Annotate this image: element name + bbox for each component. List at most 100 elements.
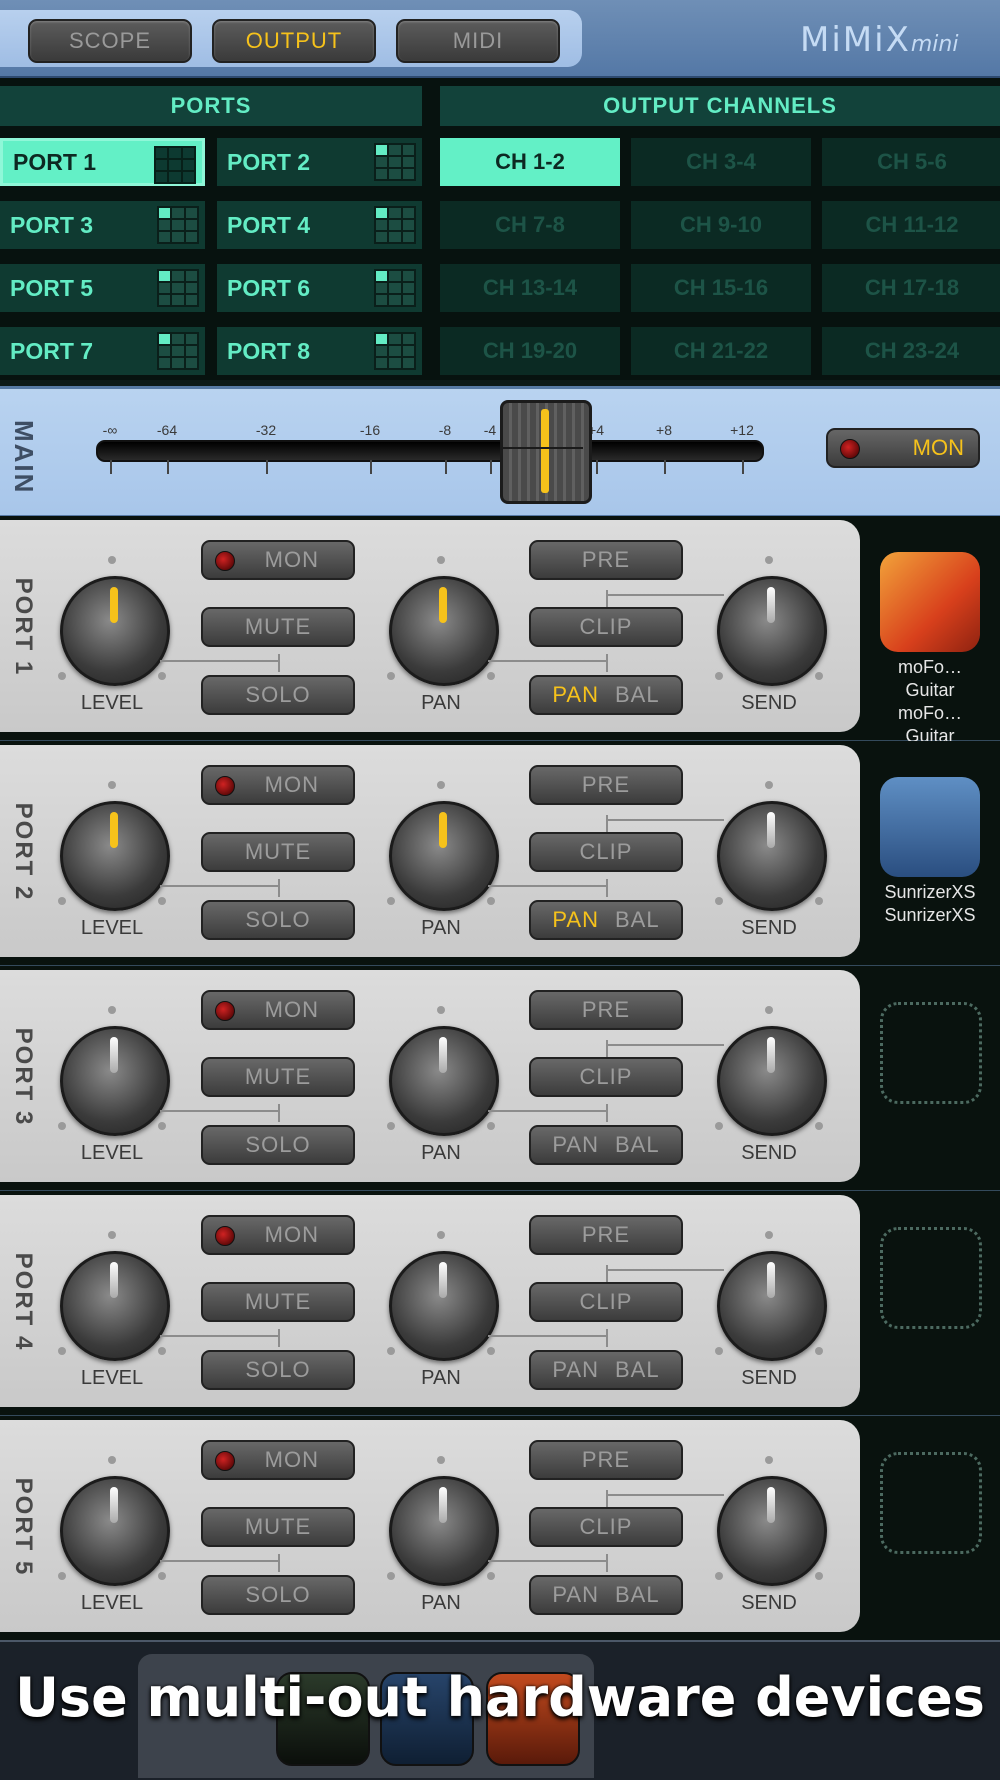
mute-button[interactable]: MUTE	[201, 1282, 355, 1322]
send-knob[interactable]	[717, 1026, 827, 1136]
level-knob[interactable]	[60, 576, 170, 686]
empty-app-slot[interactable]	[880, 1227, 982, 1329]
strip-mon-button[interactable]: MON	[201, 765, 355, 805]
connector-line	[606, 1040, 608, 1058]
main-fader-handle[interactable]	[500, 400, 592, 504]
strip-mon-label: MON	[264, 997, 319, 1022]
channel-button[interactable]: CH 19-20	[440, 327, 620, 375]
pan-knob[interactable]	[389, 801, 499, 911]
clip-button[interactable]: CLIP	[529, 1282, 683, 1322]
solo-button[interactable]: SOLO	[201, 675, 355, 715]
channel-button[interactable]: CH 5-6	[822, 138, 1000, 186]
empty-app-slot[interactable]	[880, 1452, 982, 1554]
knob-dot	[158, 1347, 166, 1355]
level-knob[interactable]	[60, 1251, 170, 1361]
pan-knob[interactable]	[389, 1476, 499, 1586]
port-button[interactable]: PORT 3	[0, 201, 205, 249]
knob-indicator	[439, 1262, 447, 1298]
pan-bal-toggle[interactable]: PAN BAL	[529, 1125, 683, 1165]
knob-dot	[58, 672, 66, 680]
mute-button[interactable]: MUTE	[201, 607, 355, 647]
level-knob-label: LEVEL	[80, 1142, 144, 1164]
channel-button[interactable]: CH 11-12	[822, 201, 1000, 249]
pan-bal-toggle[interactable]: PAN BAL	[529, 675, 683, 715]
pre-button[interactable]: PRE	[529, 765, 683, 805]
level-knob[interactable]	[60, 1026, 170, 1136]
knob-dot	[158, 672, 166, 680]
main-fader-track[interactable]	[96, 440, 764, 462]
port-button[interactable]: PORT 5	[0, 264, 205, 312]
level-knob[interactable]	[60, 801, 170, 911]
port-button[interactable]: PORT 8	[217, 327, 422, 375]
pan-knob[interactable]	[389, 576, 499, 686]
solo-button[interactable]: SOLO	[201, 1125, 355, 1165]
pan-knob[interactable]	[389, 1251, 499, 1361]
strip-mon-label: MON	[264, 1222, 319, 1247]
knob-dot	[158, 1122, 166, 1130]
pre-button[interactable]: PRE	[529, 540, 683, 580]
pan-knob[interactable]	[389, 1026, 499, 1136]
level-knob[interactable]	[60, 1476, 170, 1586]
solo-button[interactable]: SOLO	[201, 1350, 355, 1390]
pan-bal-toggle[interactable]: PAN BAL	[529, 1350, 683, 1390]
port-button[interactable]: PORT 6	[217, 264, 422, 312]
tab-scope[interactable]: SCOPE	[28, 19, 192, 63]
pan-bal-toggle[interactable]: PAN BAL	[529, 900, 683, 940]
mon-led-icon	[215, 1226, 235, 1246]
scale-tick-mark	[266, 460, 268, 474]
port-button[interactable]: PORT 4	[217, 201, 422, 249]
knob-dot	[387, 672, 395, 680]
tab-output[interactable]: OUTPUT	[212, 19, 376, 63]
connector-line	[606, 1265, 608, 1283]
send-knob[interactable]	[717, 801, 827, 911]
send-knob[interactable]	[717, 576, 827, 686]
mute-button[interactable]: MUTE	[201, 1507, 355, 1547]
clip-button[interactable]: CLIP	[529, 1057, 683, 1097]
pan-bal-toggle[interactable]: PAN BAL	[529, 1575, 683, 1615]
connector-line	[606, 1269, 724, 1271]
strip-mon-button[interactable]: MON	[201, 1440, 355, 1480]
scale-tick-mark	[596, 460, 598, 474]
strip-mon-button[interactable]: MON	[201, 540, 355, 580]
strip-mon-button[interactable]: MON	[201, 990, 355, 1030]
channel-button[interactable]: CH 17-18	[822, 264, 1000, 312]
connector-line	[160, 1110, 278, 1112]
main-mon-button[interactable]: MON	[826, 428, 980, 468]
mute-button[interactable]: MUTE	[201, 832, 355, 872]
pre-button[interactable]: PRE	[529, 990, 683, 1030]
knob-indicator	[110, 1262, 118, 1298]
channel-button[interactable]: CH 23-24	[822, 327, 1000, 375]
solo-button[interactable]: SOLO	[201, 1575, 355, 1615]
channel-button[interactable]: CH 21-22	[631, 327, 811, 375]
strip-mon-label: MON	[264, 772, 319, 797]
pre-button[interactable]: PRE	[529, 1440, 683, 1480]
channel-button[interactable]: CH 15-16	[631, 264, 811, 312]
app-slot[interactable]: SunrizerXS SunrizerXS	[880, 777, 980, 927]
channel-button[interactable]: CH 1-2	[440, 138, 620, 186]
mute-button[interactable]: MUTE	[201, 1057, 355, 1097]
knob-dot	[487, 897, 495, 905]
clip-button[interactable]: CLIP	[529, 1507, 683, 1547]
port-button[interactable]: PORT 2	[217, 138, 422, 186]
scale-tick-mark	[742, 460, 744, 474]
channel-button[interactable]: CH 9-10	[631, 201, 811, 249]
app-slot[interactable]: moFo…Guitar moFo…Guitar	[880, 552, 980, 748]
port-button[interactable]: PORT 1	[0, 138, 205, 186]
pre-button[interactable]: PRE	[529, 1215, 683, 1255]
clip-button[interactable]: CLIP	[529, 832, 683, 872]
send-knob[interactable]	[717, 1476, 827, 1586]
channel-button[interactable]: CH 13-14	[440, 264, 620, 312]
strip-port-label: PORT 1	[10, 577, 37, 677]
connector-line	[160, 1560, 278, 1562]
strip-mon-button[interactable]: MON	[201, 1215, 355, 1255]
send-knob[interactable]	[717, 1251, 827, 1361]
channel-button[interactable]: CH 3-4	[631, 138, 811, 186]
send-knob-label: SEND	[741, 1367, 797, 1389]
solo-button[interactable]: SOLO	[201, 900, 355, 940]
empty-app-slot[interactable]	[880, 1002, 982, 1104]
port-button[interactable]: PORT 7	[0, 327, 205, 375]
clip-button[interactable]: CLIP	[529, 607, 683, 647]
knob-indicator	[110, 1487, 118, 1523]
tab-midi[interactable]: MIDI	[396, 19, 560, 63]
channel-button[interactable]: CH 7-8	[440, 201, 620, 249]
